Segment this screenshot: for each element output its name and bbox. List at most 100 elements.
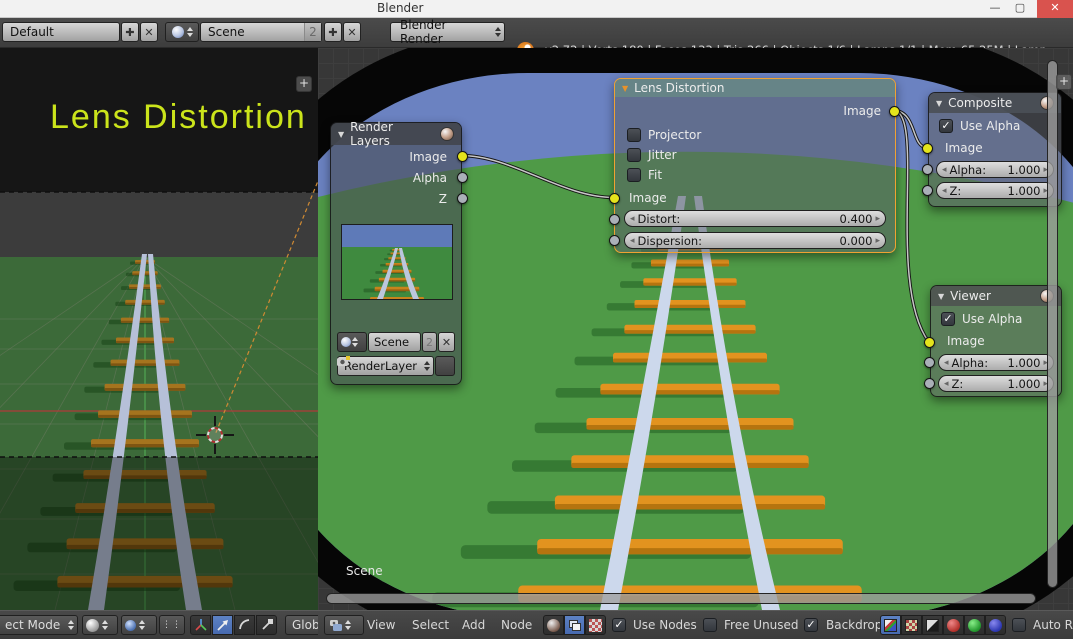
menu-node[interactable]: Node bbox=[501, 618, 532, 632]
alpha-slider[interactable]: ◂ Alpha: 1.000 ▸ bbox=[938, 354, 1054, 371]
z-slider[interactable]: ◂ Z: 1.000 ▸ bbox=[938, 375, 1054, 392]
x-icon: ✕ bbox=[144, 25, 154, 39]
distort-slider[interactable]: ◂ Distort: 0.400 ▸ bbox=[624, 210, 886, 227]
socket-z-input[interactable] bbox=[924, 378, 935, 389]
minimize-button[interactable]: — bbox=[985, 0, 1005, 18]
texture-nodes-toggle[interactable] bbox=[585, 615, 606, 635]
socket-image-input[interactable] bbox=[924, 337, 935, 348]
socket-image-input[interactable] bbox=[609, 193, 620, 204]
node-header[interactable]: ▼ Composite bbox=[929, 93, 1061, 113]
add-scene-button[interactable]: ✚ bbox=[324, 22, 342, 42]
render-layer-row: RenderLayer bbox=[337, 356, 455, 376]
node-editor[interactable]: Scene ▼ Render Layers Image Alpha Z Scen… bbox=[318, 48, 1073, 610]
maximize-button[interactable]: ▢ bbox=[1010, 0, 1030, 18]
add-layout-button[interactable]: ✚ bbox=[121, 22, 139, 42]
collapse-icon[interactable]: ▼ bbox=[622, 84, 628, 93]
scene-browse-dropdown[interactable] bbox=[165, 22, 199, 42]
menu-add[interactable]: Add bbox=[462, 618, 485, 632]
render-layer-button[interactable] bbox=[337, 356, 455, 376]
editor-type-dropdown[interactable] bbox=[324, 615, 364, 635]
socket-z-output[interactable] bbox=[457, 193, 468, 204]
unlink-scene-button[interactable]: ✕ bbox=[438, 332, 455, 352]
channel-red-toggle[interactable] bbox=[943, 615, 964, 635]
menu-select[interactable]: Select bbox=[412, 618, 449, 632]
socket-alpha-input[interactable] bbox=[924, 357, 935, 368]
viewport-3d[interactable]: Lens Distortion + bbox=[0, 48, 318, 610]
auto-render-label[interactable]: Auto Re bbox=[1033, 618, 1073, 632]
translate-manipulator-toggle[interactable] bbox=[212, 615, 233, 635]
rotate-manipulator-toggle[interactable] bbox=[234, 615, 255, 635]
backdrop-channel-toggles bbox=[880, 615, 1006, 635]
node-viewer[interactable]: ▼ Viewer ✓ Use Alpha Image ◂ Alpha: 1.00… bbox=[924, 285, 1062, 397]
auto-render-checkbox[interactable] bbox=[1012, 618, 1026, 632]
socket-dispersion-input[interactable] bbox=[609, 235, 620, 246]
socket-z-input[interactable] bbox=[922, 185, 933, 196]
channel-blue-toggle[interactable] bbox=[985, 615, 1006, 635]
backdrop-checkbox[interactable]: ✓ bbox=[804, 618, 818, 632]
collapse-icon[interactable]: ▼ bbox=[338, 130, 344, 139]
mode-dropdown[interactable]: ect Mode bbox=[0, 615, 78, 635]
manipulator-axis-toggle[interactable] bbox=[190, 615, 211, 635]
node-panel-expand-button[interactable]: + bbox=[1056, 74, 1072, 90]
use-nodes-label[interactable]: Use Nodes bbox=[633, 618, 697, 632]
channel-alpha-toggle[interactable] bbox=[922, 615, 943, 635]
use-alpha-checkbox[interactable]: ✓ bbox=[941, 312, 955, 326]
socket-distort-input[interactable] bbox=[609, 214, 620, 225]
node-header[interactable]: ▼ Lens Distortion bbox=[615, 79, 895, 97]
projector-checkbox[interactable] bbox=[627, 128, 641, 142]
scene-name-field[interactable]: Scene bbox=[368, 332, 421, 352]
scale-manipulator-toggle[interactable] bbox=[256, 615, 277, 635]
transform-orientation-dropdown[interactable]: Global bbox=[285, 615, 318, 635]
socket-image-output[interactable] bbox=[457, 151, 468, 162]
channel-color-toggle[interactable] bbox=[901, 615, 922, 635]
vertical-scrollbar[interactable] bbox=[1047, 60, 1058, 588]
render-layer-dropdown[interactable]: RenderLayer bbox=[337, 356, 434, 376]
node-render-layers[interactable]: ▼ Render Layers Image Alpha Z Scene 2 ✕ … bbox=[330, 120, 468, 385]
use-nodes-checkbox[interactable]: ✓ bbox=[612, 618, 626, 632]
axis-icon bbox=[194, 619, 207, 631]
collapse-icon[interactable]: ▼ bbox=[936, 99, 942, 108]
shader-nodes-toggle[interactable] bbox=[543, 615, 564, 635]
backdrop-label[interactable]: Backdrop bbox=[826, 618, 882, 632]
node-header[interactable]: ▼ Render Layers bbox=[331, 120, 461, 148]
jitter-checkbox[interactable] bbox=[627, 148, 641, 162]
pivot-point-dropdown[interactable] bbox=[121, 615, 157, 635]
snap-dropdown[interactable]: ⋮⋮ bbox=[159, 615, 185, 635]
free-unused-checkbox[interactable] bbox=[703, 618, 717, 632]
scene-browse-dropdown[interactable] bbox=[337, 332, 367, 352]
compositing-nodes-toggle[interactable] bbox=[564, 615, 585, 635]
viewport-shading-dropdown[interactable] bbox=[82, 615, 118, 635]
horizontal-scrollbar[interactable] bbox=[326, 593, 1036, 604]
scene-name-field[interactable]: Scene 2 bbox=[200, 22, 322, 42]
node-composite[interactable]: ▼ Composite ✓ Use Alpha Image ◂ Alpha: 1… bbox=[922, 92, 1062, 207]
viewport-panel-expand-button[interactable]: + bbox=[296, 76, 312, 92]
render-engine-dropdown[interactable]: Blender Render bbox=[390, 18, 505, 46]
right-arrow-icon[interactable]: ▸ bbox=[872, 236, 880, 246]
z-slider[interactable]: ◂ Z: 1.000 ▸ bbox=[936, 182, 1054, 199]
socket-image-output[interactable] bbox=[889, 106, 900, 117]
scene-users-count[interactable]: 2 bbox=[304, 23, 321, 41]
socket-image-input[interactable] bbox=[922, 143, 933, 154]
scene-users-count[interactable]: 2 bbox=[422, 332, 437, 352]
collapse-icon[interactable]: ▼ bbox=[938, 292, 944, 301]
dispersion-slider[interactable]: ◂ Dispersion: 0.000 ▸ bbox=[624, 232, 886, 249]
channel-green-toggle[interactable] bbox=[964, 615, 985, 635]
close-button[interactable]: ✕ bbox=[1037, 0, 1073, 18]
output-image-label: Image bbox=[843, 104, 881, 118]
alpha-slider[interactable]: ◂ Alpha: 1.000 ▸ bbox=[936, 161, 1054, 178]
menu-view[interactable]: View bbox=[367, 618, 395, 632]
socket-alpha-input[interactable] bbox=[922, 164, 933, 175]
node-header[interactable]: ▼ Viewer bbox=[931, 286, 1061, 306]
window-title: Blender bbox=[377, 1, 424, 15]
delete-layout-button[interactable]: ✕ bbox=[140, 22, 158, 42]
right-arrow-icon[interactable]: ▸ bbox=[872, 214, 880, 224]
channel-color-alpha-toggle[interactable] bbox=[880, 615, 901, 635]
free-unused-label[interactable]: Free Unused bbox=[724, 618, 799, 632]
screen-layout-dropdown[interactable]: Default bbox=[2, 22, 120, 42]
socket-alpha-output[interactable] bbox=[457, 172, 468, 183]
delete-scene-button[interactable]: ✕ bbox=[343, 22, 361, 42]
node-lens-distortion[interactable]: ▼ Lens Distortion Image Projector Jitter… bbox=[609, 78, 900, 253]
render-preview-thumbnail bbox=[341, 224, 453, 300]
fit-checkbox[interactable] bbox=[627, 168, 641, 182]
use-alpha-checkbox[interactable]: ✓ bbox=[939, 119, 953, 133]
